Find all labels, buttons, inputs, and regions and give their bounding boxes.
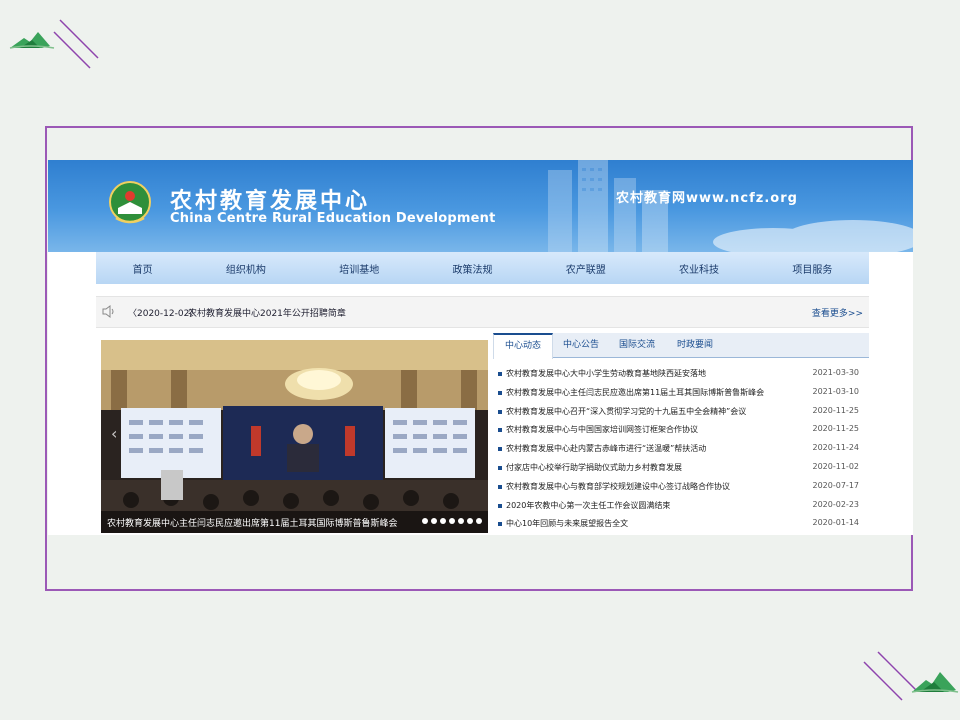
news-date: 2021-03-30 xyxy=(812,368,860,377)
list-item[interactable]: 农村教育发展中心召开“深入贯彻学习党的十九届五中全会精神”会议 2020-11-… xyxy=(493,403,869,422)
slider-dots xyxy=(422,518,482,524)
slider-dot[interactable] xyxy=(431,518,437,524)
tab-center-news[interactable]: 中心动态 xyxy=(493,333,553,359)
bullet-icon xyxy=(498,503,502,508)
slider-dot[interactable] xyxy=(440,518,446,524)
list-item[interactable]: 付家店中心校举行助学捐助仪式助力乡村教育发展 2020-11-02 xyxy=(493,459,869,478)
bullet-icon xyxy=(498,465,502,470)
site-domain-label: 农村教育网www.ncfz.org xyxy=(616,191,798,206)
news-title[interactable]: 农村教育发展中心与中国国家培训网签订框架合作协议 xyxy=(506,424,698,435)
slider-prev-arrow-icon[interactable]: ‹ xyxy=(111,424,117,443)
list-item[interactable]: 农村教育发展中心与教育部学校规划建设中心签订战略合作协议 2020-07-17 xyxy=(493,478,869,497)
list-item[interactable]: 农村教育发展中心赴内蒙古赤峰市进行“送温暖”帮扶活动 2020-11-24 xyxy=(493,440,869,459)
nav-item-agri-alliance[interactable]: 农产联盟 xyxy=(560,261,612,276)
news-date: 2020-11-24 xyxy=(812,443,860,453)
main-navigation: 首页 组织机构 培训基地 政策法规 农产联盟 农业科技 项目服务 xyxy=(96,252,869,284)
bullet-icon xyxy=(498,428,502,433)
slider-dot[interactable] xyxy=(422,518,428,524)
nav-item-training-base[interactable]: 培训基地 xyxy=(333,261,385,276)
site-header: 农村教育发展中心 China Centre Rural Education De… xyxy=(48,160,913,252)
nav-item-organization[interactable]: 组织机构 xyxy=(220,261,272,276)
bullet-icon xyxy=(498,447,502,452)
bullet-icon xyxy=(498,522,502,527)
tab-current-affairs[interactable]: 时政要闻 xyxy=(667,333,723,357)
nav-item-project-service[interactable]: 项目服务 xyxy=(786,261,838,276)
slider-dot[interactable] xyxy=(467,518,473,524)
list-item[interactable]: 农村教育发展中心主任闫志民应邀出席第11届土耳其国际博斯普鲁斯峰会 2021-0… xyxy=(493,384,869,403)
nav-item-home[interactable]: 首页 xyxy=(127,261,159,276)
speaker-icon xyxy=(102,305,114,318)
news-title[interactable]: 付家店中心校举行助学捐助仪式助力乡村教育发展 xyxy=(506,462,682,473)
view-more-link[interactable]: 查看更多>> xyxy=(812,306,863,319)
news-date: 2020-11-25 xyxy=(812,424,860,434)
bullet-icon xyxy=(498,372,502,376)
slider-dot[interactable] xyxy=(458,518,464,524)
list-item[interactable]: 农村教育发展中心与中国国家培训网签订框架合作协议 2020-11-25 xyxy=(493,421,869,440)
notice-bar: 〈2020-12-02〉 农村教育发展中心2021年公开招聘简章 查看更多>> xyxy=(96,296,869,328)
news-date: 2020-11-02 xyxy=(812,461,860,471)
news-title[interactable]: 农村教育发展中心召开“深入贯彻学习党的十九届五中全会精神”会议 xyxy=(506,406,746,417)
notice-title-link[interactable]: 农村教育发展中心2021年公开招聘简章 xyxy=(188,306,346,319)
slider-dot[interactable] xyxy=(449,518,455,524)
bullet-icon xyxy=(498,390,502,395)
tab-international-exchange[interactable]: 国际交流 xyxy=(611,333,663,357)
bullet-icon xyxy=(498,484,502,489)
site-title-english: China Centre Rural Education Development xyxy=(170,211,496,226)
news-title[interactable]: 2020年农教中心第一次主任工作会议圆满结束 xyxy=(506,500,670,511)
news-date: 2020-11-25 xyxy=(812,405,860,415)
cloud-decoration xyxy=(713,220,913,252)
news-title[interactable]: 农村教育发展中心大中小学生劳动教育基地陕西延安落地 xyxy=(506,368,706,379)
logo-emblem-icon xyxy=(109,181,151,224)
mountain-decoration-icon xyxy=(9,19,99,69)
chandelier-icon xyxy=(285,368,353,400)
news-tabs: 中心动态 中心公告 国际交流 时政要闻 xyxy=(493,333,869,359)
website-screenshot: 农村教育发展中心 China Centre Rural Education De… xyxy=(48,160,913,535)
nav-item-agri-tech[interactable]: 农业科技 xyxy=(673,261,725,276)
news-title[interactable]: 农村教育发展中心与教育部学校规划建设中心签订战略合作协议 xyxy=(506,481,730,492)
bullet-icon xyxy=(498,409,502,414)
news-panel: 中心动态 中心公告 国际交流 时政要闻 农村教育发展中心大中小学生劳动教育基地陕… xyxy=(493,333,869,533)
news-date: 2020-02-23 xyxy=(812,499,860,509)
skyline-decoration xyxy=(548,160,668,252)
list-item[interactable]: 2020年农教中心第一次主任工作会议圆满结束 2020-02-23 xyxy=(493,497,869,516)
news-title[interactable]: 中心10年回顾与未来展望报告全文 xyxy=(506,518,628,529)
list-item[interactable]: 中心10年回顾与未来展望报告全文 2020-01-14 xyxy=(493,515,869,534)
nav-item-policy[interactable]: 政策法规 xyxy=(446,261,498,276)
mountain-decoration-icon xyxy=(863,651,959,701)
news-slider: ‹ 农村教育发展中心主任闫志民应邀出席第11届土耳其国际博斯普鲁斯峰会 xyxy=(101,340,488,533)
list-item[interactable]: 农村教育发展中心大中小学生劳动教育基地陕西延安落地 2021-03-30 xyxy=(493,365,869,384)
slide-caption-bar: 农村教育发展中心主任闫志民应邀出席第11届土耳其国际博斯普鲁斯峰会 xyxy=(101,511,488,533)
news-date: 2021-03-10 xyxy=(812,386,860,396)
news-date: 2020-01-14 xyxy=(812,518,860,528)
slide-caption[interactable]: 农村教育发展中心主任闫志民应邀出席第11届土耳其国际博斯普鲁斯峰会 xyxy=(107,516,397,529)
slider-dot[interactable] xyxy=(476,518,482,524)
tab-center-announcements[interactable]: 中心公告 xyxy=(555,333,607,357)
news-date: 2020-07-17 xyxy=(812,480,860,490)
news-title[interactable]: 农村教育发展中心主任闫志民应邀出席第11届土耳其国际博斯普鲁斯峰会 xyxy=(506,387,764,398)
news-title[interactable]: 农村教育发展中心赴内蒙古赤峰市进行“送温暖”帮扶活动 xyxy=(506,443,706,454)
summit-photo xyxy=(101,340,488,533)
news-list: 农村教育发展中心大中小学生劳动教育基地陕西延安落地 2021-03-30 农村教… xyxy=(493,365,869,534)
